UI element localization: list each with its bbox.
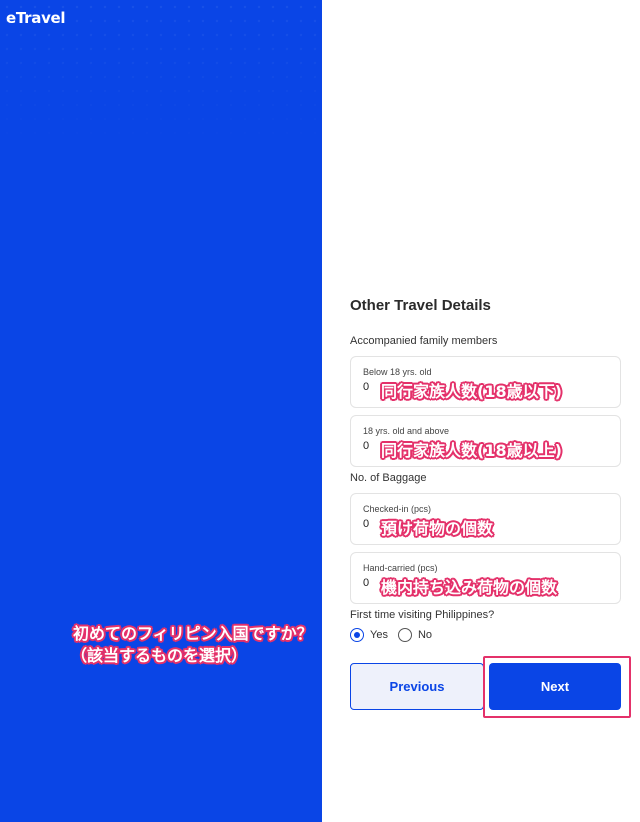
- radio-no[interactable]: [397, 628, 412, 642]
- annotation-first-time: 初めてのフィリピン入国ですか？: [73, 624, 313, 643]
- next-button[interactable]: Next: [489, 663, 621, 710]
- first-time-radio-group: Yes No: [350, 628, 442, 642]
- checked-in-field[interactable]: Checked-in (pcs) 0 預け荷物の個数: [350, 493, 621, 545]
- above-18-field[interactable]: 18 yrs. old and above 0 同行家族人数(18歳以上): [350, 415, 621, 467]
- below-18-value[interactable]: 0: [363, 381, 369, 393]
- annotation-select-hint: （該当するものを選択）: [71, 646, 248, 665]
- radio-yes-label[interactable]: Yes: [370, 629, 388, 641]
- above-18-annotation: 同行家族人数(18歳以上): [381, 441, 562, 460]
- hand-carried-field[interactable]: Hand-carried (pcs) 0 機内持ち込み荷物の個数: [350, 552, 621, 604]
- previous-button[interactable]: Previous: [350, 663, 484, 710]
- panel-gradient: [0, 0, 322, 822]
- checked-in-annotation: 預け荷物の個数: [381, 519, 494, 538]
- brand-panel: eTravel: [0, 0, 322, 822]
- hand-carried-annotation: 機内持ち込み荷物の個数: [381, 578, 558, 597]
- hand-carried-value[interactable]: 0: [363, 577, 369, 589]
- family-members-label: Accompanied family members: [350, 335, 498, 347]
- checked-in-value[interactable]: 0: [363, 518, 369, 530]
- below-18-annotation: 同行家族人数(18歳以下): [381, 382, 562, 401]
- below-18-label: Below 18 yrs. old: [363, 367, 432, 377]
- radio-no-label[interactable]: No: [418, 629, 432, 641]
- checked-in-label: Checked-in (pcs): [363, 504, 432, 514]
- above-18-value[interactable]: 0: [363, 440, 369, 452]
- section-title: Other Travel Details: [350, 297, 491, 314]
- baggage-label: No. of Baggage: [350, 472, 427, 484]
- first-time-question: First time visiting Philippines?: [350, 609, 495, 621]
- below-18-field[interactable]: Below 18 yrs. old 0 同行家族人数(18歳以下): [350, 356, 621, 408]
- hand-carried-label: Hand-carried (pcs): [363, 563, 438, 573]
- radio-yes[interactable]: [350, 628, 364, 642]
- above-18-label: 18 yrs. old and above: [363, 426, 450, 436]
- etravel-logo: eTravel: [6, 9, 66, 27]
